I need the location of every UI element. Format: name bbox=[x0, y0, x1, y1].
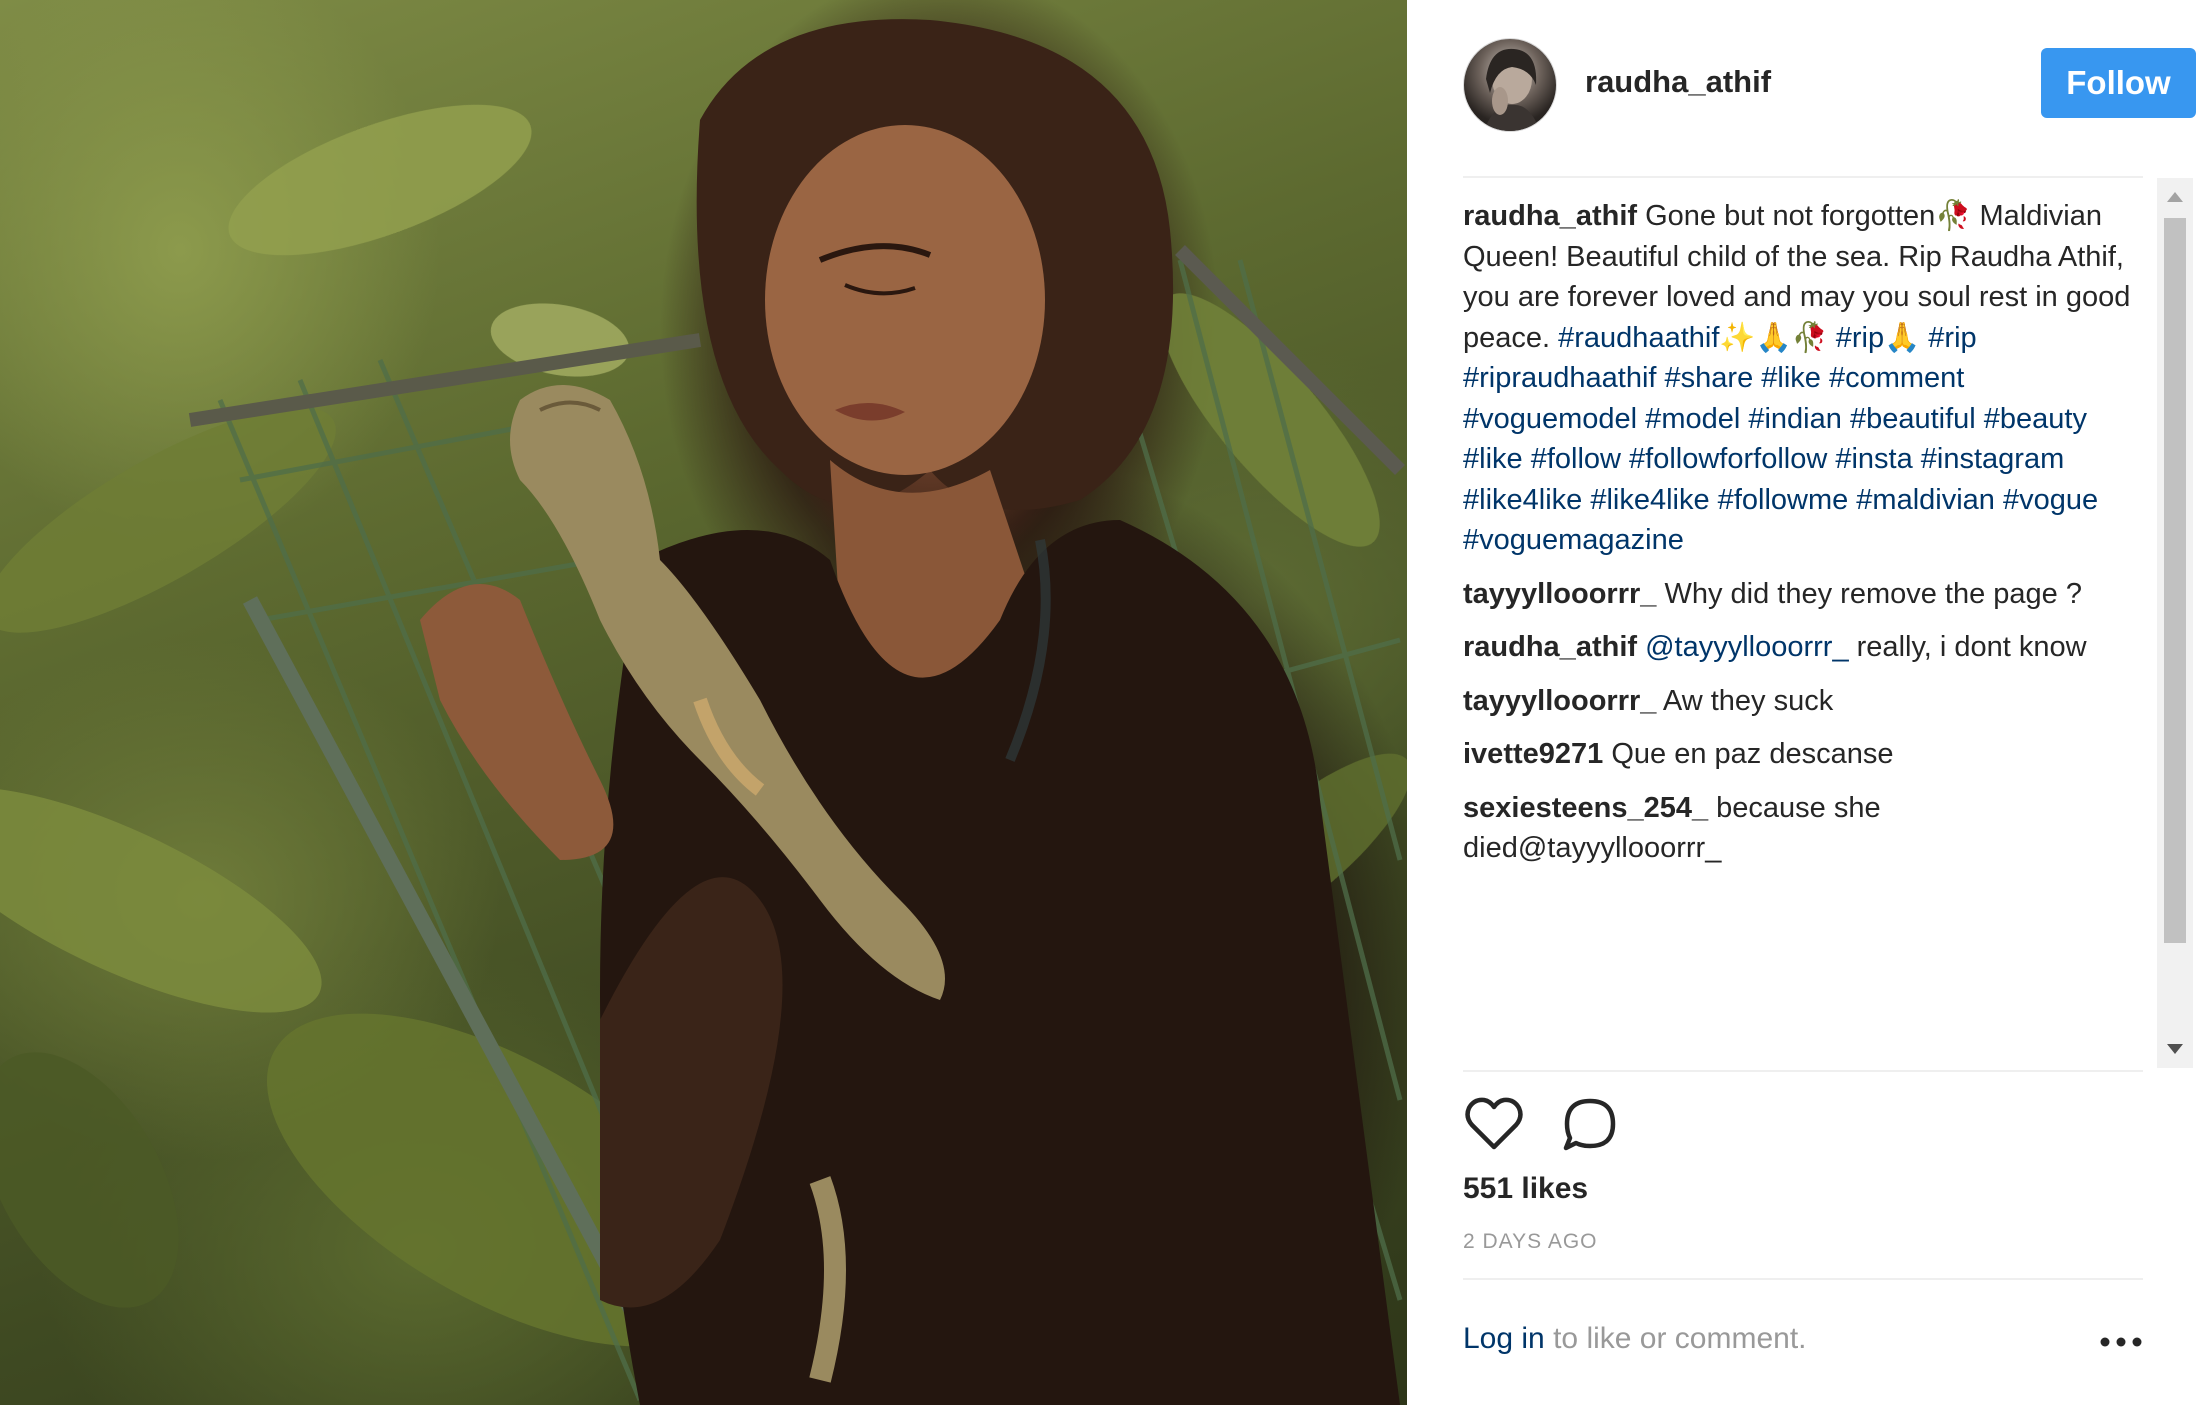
photo-illustration bbox=[0, 19, 1407, 1405]
comment-text: Que en paz descanse bbox=[1603, 738, 1894, 770]
more-options-icon[interactable] bbox=[2097, 1330, 2145, 1354]
footer-divider bbox=[1463, 1278, 2143, 1280]
comment-text: Aw they suck bbox=[1656, 684, 1834, 717]
post-timestamp[interactable]: 2 DAYS AGO bbox=[1463, 1230, 1598, 1254]
login-prompt: Log in to like or comment. bbox=[1463, 1322, 1807, 1356]
login-link[interactable]: Log in bbox=[1463, 1322, 1545, 1355]
comment-text: Why did they remove the page ? bbox=[1656, 577, 2082, 610]
actions-divider bbox=[1463, 1070, 2143, 1072]
post-author-username[interactable]: raudha_athif bbox=[1585, 64, 1771, 100]
comment-item: tayyyllooorrr_ Aw they suck bbox=[1463, 681, 2143, 722]
comment-item: tayyyllooorrr_ Why did they remove the p… bbox=[1463, 574, 2143, 615]
instagram-post: raudha_athif Follow raudha_athif Gone bu… bbox=[0, 0, 2200, 1405]
comment-item: ivette9271 Que en paz descanse bbox=[1463, 734, 2143, 775]
login-prompt-text: to like or comment. bbox=[1544, 1322, 1807, 1355]
header-divider bbox=[1463, 176, 2143, 178]
comment-username[interactable]: tayyyllooorrr_ bbox=[1463, 685, 1656, 717]
comment-username[interactable]: raudha_athif bbox=[1463, 631, 1637, 663]
post-actions bbox=[1463, 1094, 1663, 1156]
avatar-photo-icon bbox=[1484, 48, 1540, 131]
post-sidebar: raudha_athif Follow raudha_athif Gone bu… bbox=[1407, 0, 2200, 1405]
comment-text: really, i dont know bbox=[1848, 631, 2087, 663]
comment-item: raudha_athif @tayyyllooorrr_ really, i d… bbox=[1463, 627, 2143, 668]
like-count[interactable]: 551 likes bbox=[1463, 1172, 1588, 1206]
comment-username[interactable]: ivette9271 bbox=[1463, 738, 1603, 770]
comment-bubble-icon[interactable] bbox=[1559, 1094, 1621, 1156]
avatar[interactable] bbox=[1463, 38, 1557, 132]
caption-username[interactable]: raudha_athif bbox=[1463, 200, 1637, 232]
comment-mention[interactable]: @tayyyllooorrr_ bbox=[1637, 631, 1849, 663]
scroll-down-arrow-icon[interactable] bbox=[2167, 1044, 2183, 1054]
follow-button[interactable]: Follow bbox=[2041, 48, 2196, 118]
comment-username[interactable]: sexiesteens_254_ bbox=[1463, 792, 1708, 824]
post-header: raudha_athif Follow bbox=[1463, 34, 2196, 144]
caption: raudha_athif Gone but not forgotten🥀 Mal… bbox=[1463, 196, 2143, 561]
scrollbar-thumb[interactable] bbox=[2164, 218, 2186, 943]
caption-hashtags[interactable]: #raudhaathif✨🙏🥀 #rip🙏 #rip #ripraudhaath… bbox=[1463, 322, 2098, 557]
comment-username[interactable]: tayyyllooorrr_ bbox=[1463, 578, 1656, 610]
comments-scrollbar[interactable] bbox=[2157, 178, 2193, 1068]
comments-list: raudha_athif Gone but not forgotten🥀 Mal… bbox=[1463, 196, 2143, 1076]
heart-icon[interactable] bbox=[1463, 1094, 1525, 1156]
comment-item: sexiesteens_254_ because she died@tayyyl… bbox=[1463, 788, 2143, 869]
post-photo[interactable] bbox=[0, 0, 1407, 1405]
scroll-up-arrow-icon[interactable] bbox=[2167, 192, 2183, 202]
